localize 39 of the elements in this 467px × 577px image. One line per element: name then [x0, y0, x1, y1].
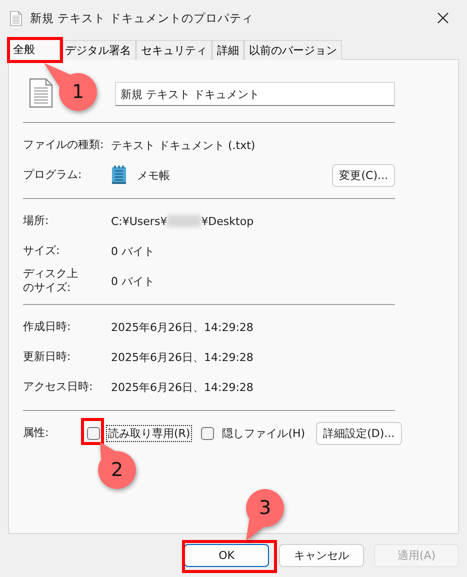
highlight-frame [7, 37, 63, 63]
tab[interactable]: 詳細 [212, 40, 244, 60]
tab[interactable]: 以前のバージョン [244, 40, 342, 60]
field-value: 0 バイト [111, 274, 154, 288]
field-value: 0 バイト [111, 244, 154, 258]
field-label: プログラム: [23, 168, 83, 182]
field-label: サイズ: [23, 244, 61, 258]
field-value: メモ帳 [137, 168, 170, 182]
name-field[interactable]: 新規 テキスト ドキュメント [115, 82, 395, 106]
advanced-button[interactable]: 詳細設定(D)... [316, 422, 402, 444]
step-number: 2 [110, 458, 124, 482]
dialog-button[interactable]: OK [184, 544, 269, 567]
field-label: 更新日時: [23, 350, 72, 364]
document-icon [29, 78, 53, 108]
field-label: ディスク上のサイズ: [23, 267, 79, 295]
tab[interactable]: デジタル署名 [60, 40, 136, 60]
tab[interactable]: セキュリティ [136, 40, 212, 60]
checkbox[interactable]: 隠しファイル(H) [201, 426, 306, 440]
dialog-button[interactable]: キャンセル [279, 544, 364, 567]
field-value: C:¥Users¥ [111, 214, 168, 228]
field-value: 2025年6月26日、14:29:28 [111, 350, 254, 364]
field-value: 2025年6月26日、14:29:28 [111, 320, 254, 334]
change-button[interactable]: 変更(C)... [332, 164, 395, 186]
field-value: 2025年6月26日、14:29:28 [111, 380, 254, 394]
notepad-icon [111, 165, 127, 185]
step-number: 3 [258, 496, 272, 520]
field-label: 場所: [23, 214, 50, 228]
field-value: テキスト ドキュメント (.txt) [111, 138, 256, 152]
checkbox[interactable]: 読み取り専用(R) [87, 426, 192, 440]
step-number: 1 [70, 80, 86, 104]
field-value: ¥Desktop [201, 214, 254, 228]
window-title: 新規 テキスト ドキュメントのプロパティ [30, 10, 254, 26]
close-icon[interactable] [437, 12, 449, 24]
field-label: ファイルの種類: [23, 138, 105, 152]
document-icon [10, 10, 22, 26]
field-label: 属性: [23, 426, 50, 440]
field-label: アクセス日時: [23, 380, 94, 394]
highlight-frame [81, 418, 104, 445]
field-label: 作成日時: [23, 320, 72, 334]
